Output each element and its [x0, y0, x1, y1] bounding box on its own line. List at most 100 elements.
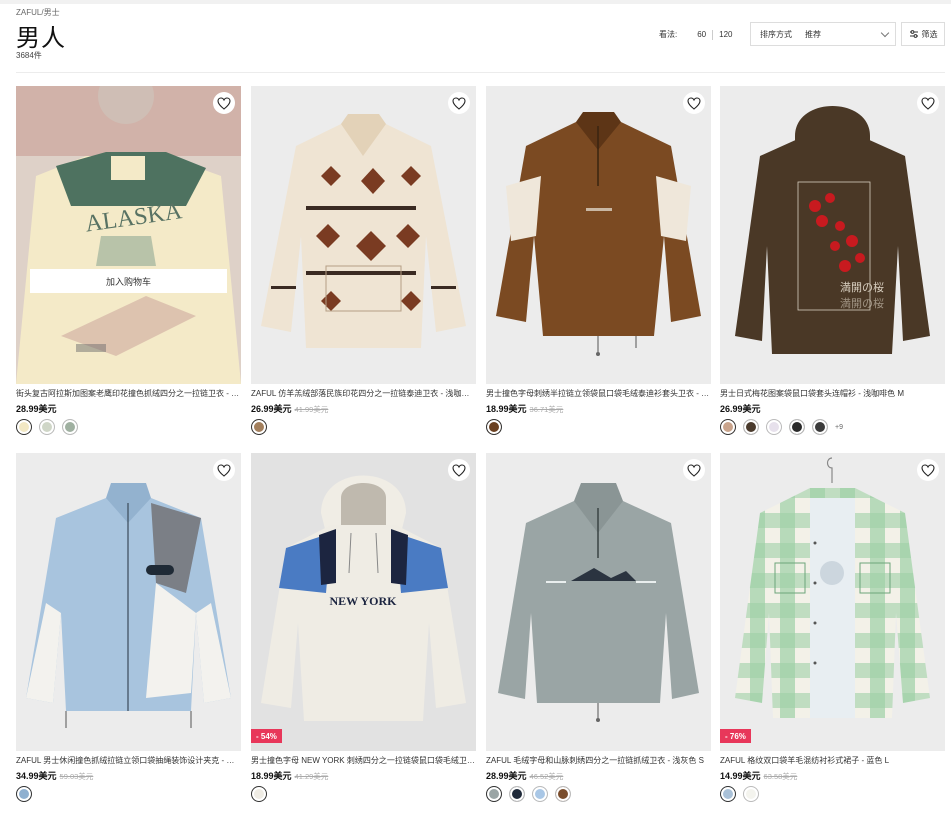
heart-icon: [452, 463, 466, 477]
heart-icon: [921, 463, 935, 477]
product-title[interactable]: ZAFUL 男士休闲撞色抓绒拉链立领口袋抽绳装饰设计夹克 - 浅蓝色 M: [16, 756, 241, 766]
product-photo: 満開の桜 満開の桜: [720, 86, 945, 384]
original-price: 41.99美元: [294, 405, 329, 414]
product-photo: [16, 453, 241, 751]
view-per-page: 看法: 60 120: [659, 29, 739, 40]
product-photo: [486, 453, 711, 751]
product-image[interactable]: NEW YORK - 54%: [251, 453, 476, 751]
product-title[interactable]: ZAFUL 格纹双口袋羊毛混纺衬衫式裙子 - 蓝色 L: [720, 756, 945, 766]
heart-icon: [687, 96, 701, 110]
product-image[interactable]: - 76%: [720, 453, 945, 751]
product-image[interactable]: 満開の桜 満開の桜: [720, 86, 945, 384]
original-price: 36.71美元: [529, 405, 564, 414]
filter-label: 筛选: [921, 29, 938, 39]
product-image[interactable]: [486, 86, 711, 384]
wishlist-button[interactable]: [917, 459, 939, 481]
product-price: 18.99美元: [251, 771, 292, 781]
product-title[interactable]: 男士撞色字母 NEW YORK 刺绣四分之一拉链袋鼠口袋毛绒卫衣 - 白色 M: [251, 756, 476, 766]
color-swatch[interactable]: [766, 419, 782, 435]
color-swatch[interactable]: [16, 786, 32, 802]
product-card[interactable]: ZAFUL 仿羊羔绒部落民族印花四分之一拉链泰迪卫衣 - 浅咖啡色 M 26.9…: [251, 86, 476, 435]
color-swatch[interactable]: [720, 786, 736, 802]
product-price: 28.99美元: [486, 771, 527, 781]
color-swatch[interactable]: [509, 786, 525, 802]
header-divider: [16, 72, 945, 73]
view-option-60[interactable]: 60: [691, 30, 712, 39]
color-swatch[interactable]: [789, 419, 805, 435]
color-swatch[interactable]: [720, 419, 736, 435]
original-price: 59.03美元: [59, 772, 94, 781]
wishlist-button[interactable]: [213, 92, 235, 114]
color-swatch[interactable]: [251, 419, 267, 435]
product-price: 34.99美元: [16, 771, 57, 781]
product-image[interactable]: ALASKA 加入购物车: [16, 86, 241, 384]
original-price: 41.29美元: [294, 772, 329, 781]
color-swatch[interactable]: [251, 786, 267, 802]
product-image[interactable]: [486, 453, 711, 751]
price-row: 18.99美元 36.71美元: [486, 402, 711, 414]
sort-value: 推荐: [805, 29, 821, 39]
price-row: 28.99美元: [16, 402, 241, 414]
wishlist-button[interactable]: [683, 459, 705, 481]
color-swatch[interactable]: [812, 419, 828, 435]
color-swatch[interactable]: [743, 786, 759, 802]
product-image[interactable]: [251, 86, 476, 384]
wishlist-button[interactable]: [448, 92, 470, 114]
product-card[interactable]: ZAFUL 男士休闲撞色抓绒拉链立领口袋抽绳装饰设计夹克 - 浅蓝色 M 34.…: [16, 453, 241, 802]
product-title[interactable]: ZAFUL 仿羊羔绒部落民族印花四分之一拉链泰迪卫衣 - 浅咖啡色 M: [251, 389, 476, 399]
product-card[interactable]: ALASKA 加入购物车 街头复古阿拉斯加图案老鹰印花撞色抓绒四分之一拉链卫衣 …: [16, 86, 241, 435]
product-title[interactable]: ZAFUL 毛绒字母和山脉刺绣四分之一拉链抓绒卫衣 - 浅灰色 S: [486, 756, 711, 766]
product-title[interactable]: 男士撞色字母刺绣半拉链立领袋鼠口袋毛绒泰迪衫套头卫衣 - 咖啡色 M: [486, 389, 711, 399]
color-swatch[interactable]: [532, 786, 548, 802]
wishlist-button[interactable]: [917, 92, 939, 114]
filter-icon: [909, 30, 918, 38]
product-photo: [251, 86, 476, 384]
discount-badge: - 54%: [251, 729, 282, 743]
color-swatches: [720, 786, 945, 802]
product-card[interactable]: 満開の桜 満開の桜 男士日式梅花图案袋鼠口袋套头连帽衫 - 浅咖啡色 M 26.…: [720, 86, 945, 435]
color-swatches: [486, 786, 711, 802]
top-bar: [0, 0, 951, 4]
heart-icon: [921, 96, 935, 110]
product-price: 28.99美元: [16, 404, 57, 414]
color-swatch[interactable]: [555, 786, 571, 802]
heart-icon: [217, 96, 231, 110]
breadcrumb-current: 男士: [43, 8, 60, 17]
product-card[interactable]: - 76% ZAFUL 格纹双口袋羊毛混纺衬衫式裙子 - 蓝色 L 14.99美…: [720, 453, 945, 802]
color-swatch[interactable]: [486, 419, 502, 435]
wishlist-button[interactable]: [213, 459, 235, 481]
product-price: 18.99美元: [486, 404, 527, 414]
color-swatch[interactable]: [62, 419, 78, 435]
wishlist-button[interactable]: [683, 92, 705, 114]
product-card[interactable]: ZAFUL 毛绒字母和山脉刺绣四分之一拉链抓绒卫衣 - 浅灰色 S 28.99美…: [486, 453, 711, 802]
product-card[interactable]: NEW YORK - 54% 男士撞色字母 NEW YORK 刺绣四分之一拉链袋…: [251, 453, 476, 802]
add-to-cart-button[interactable]: 加入购物车: [30, 269, 227, 293]
color-swatches: [486, 419, 711, 435]
view-option-120[interactable]: 120: [713, 30, 738, 39]
heart-icon: [452, 96, 466, 110]
product-price: 26.99美元: [720, 404, 761, 414]
color-swatch[interactable]: [486, 786, 502, 802]
filter-button[interactable]: 筛选: [901, 22, 945, 46]
svg-text:満開の桜: 満開の桜: [840, 280, 884, 294]
product-title[interactable]: 街头复古阿拉斯加图案老鹰印花撞色抓绒四分之一拉链卫衣 - 黄色 S: [16, 389, 241, 399]
product-price: 14.99美元: [720, 771, 761, 781]
chevron-down-icon: [877, 22, 895, 46]
color-swatch[interactable]: [743, 419, 759, 435]
product-image[interactable]: [16, 453, 241, 751]
price-row: 14.99美元 63.58美元: [720, 769, 945, 781]
product-title[interactable]: 男士日式梅花图案袋鼠口袋套头连帽衫 - 浅咖啡色 M: [720, 389, 945, 399]
product-price: 26.99美元: [251, 404, 292, 414]
color-swatches: [251, 419, 476, 435]
discount-badge: - 76%: [720, 729, 751, 743]
more-colors-count[interactable]: +9: [835, 424, 843, 431]
product-photo: [486, 86, 711, 384]
product-photo: ALASKA: [16, 86, 241, 384]
wishlist-button[interactable]: [448, 459, 470, 481]
sort-select[interactable]: 排序方式 推荐: [750, 22, 896, 46]
color-swatch[interactable]: [16, 419, 32, 435]
color-swatch[interactable]: [39, 419, 55, 435]
product-card[interactable]: 男士撞色字母刺绣半拉链立领袋鼠口袋毛绒泰迪衫套头卫衣 - 咖啡色 M 18.99…: [486, 86, 711, 435]
breadcrumb-home[interactable]: ZAFUL: [16, 8, 41, 17]
price-row: 18.99美元 41.29美元: [251, 769, 476, 781]
